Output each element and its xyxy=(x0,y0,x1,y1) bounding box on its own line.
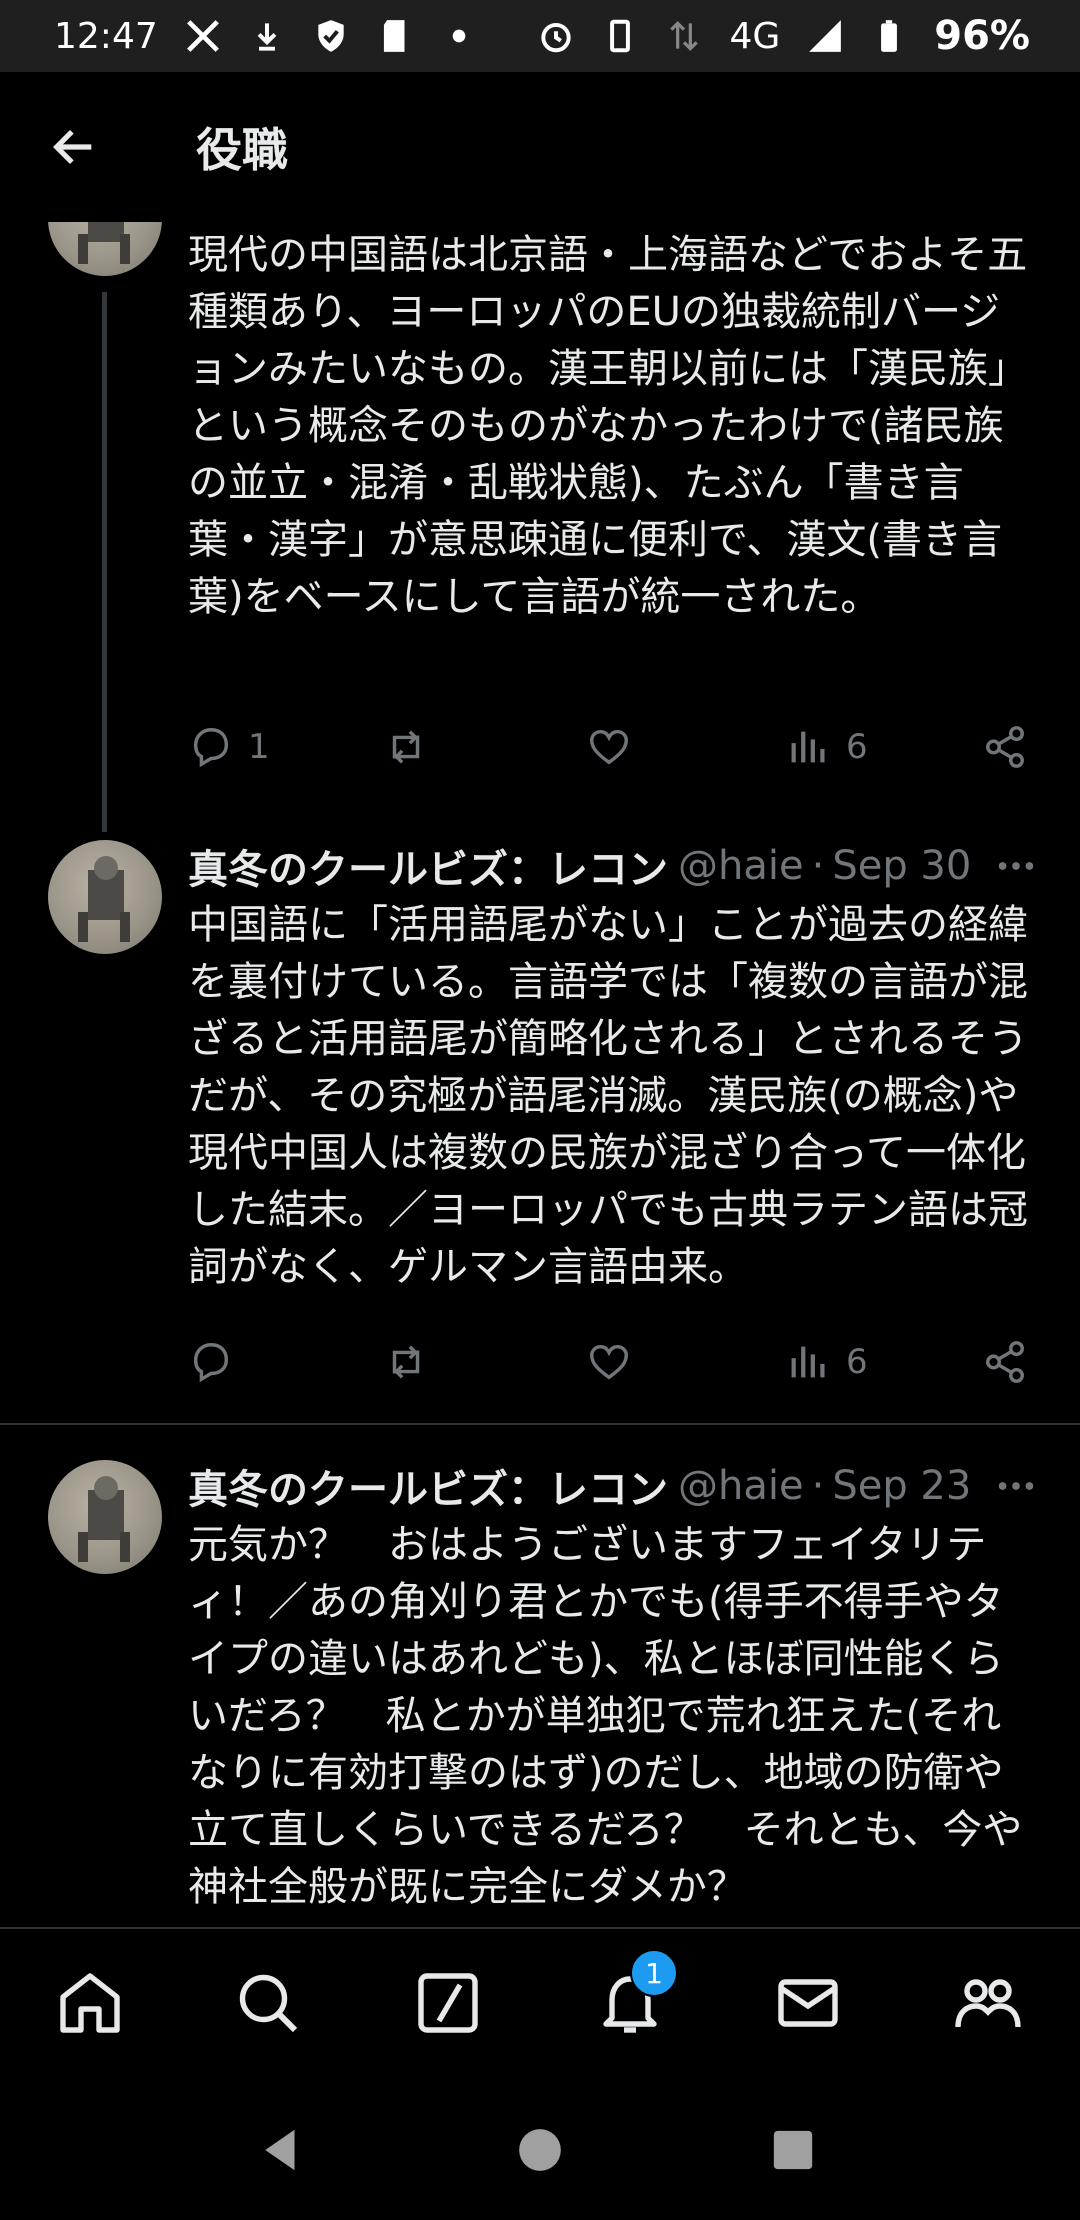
reply-icon xyxy=(193,728,229,768)
data-arrows-icon xyxy=(665,17,703,55)
x-logo-icon xyxy=(184,17,222,55)
share-button[interactable] xyxy=(982,724,1028,770)
avatar[interactable] xyxy=(48,840,162,954)
tweet-date[interactable]: Sep 23 xyxy=(832,1463,971,1509)
status-time: 12:47 xyxy=(54,15,158,57)
views-icon xyxy=(791,731,825,763)
reply-button[interactable]: 1 xyxy=(188,724,270,770)
view-count: 6 xyxy=(846,1342,868,1382)
view-count: 6 xyxy=(846,727,868,767)
nav-home[interactable] xyxy=(50,1963,130,2043)
tweet-header: 真冬のクールビズ：レコン @haie · Sep 23 xyxy=(188,1456,1048,1516)
network-type: 4G xyxy=(729,15,781,57)
retweet-button[interactable] xyxy=(383,1339,429,1385)
home-circle-icon[interactable] xyxy=(505,2115,575,2185)
dot-icon xyxy=(440,17,478,55)
retweet-icon xyxy=(392,730,420,764)
more-icon xyxy=(998,862,1034,870)
communities-icon xyxy=(955,1979,1021,2028)
tweet-header: 真冬のクールビズ：レコン @haie · Sep 30 xyxy=(188,836,1048,896)
author-name[interactable]: 真冬のクールビズ：レコン xyxy=(188,1457,668,1515)
vibrate-icon xyxy=(601,17,639,55)
avatar[interactable] xyxy=(48,222,162,276)
nav-communities[interactable] xyxy=(948,1963,1028,2043)
battery-icon xyxy=(870,17,908,55)
author-handle[interactable]: @haie xyxy=(678,843,804,889)
views-button[interactable]: 6 xyxy=(786,724,868,770)
arrow-left-icon xyxy=(52,129,92,165)
share-icon xyxy=(986,1341,1024,1383)
more-icon xyxy=(998,1482,1034,1490)
tweet-feed[interactable]: 現代の中国語は北京語・上海語などでおよそ五種類あり、ヨーロッパのEUの独裁統制バ… xyxy=(0,222,1080,1927)
reply-button[interactable] xyxy=(188,1339,234,1385)
download-icon xyxy=(248,17,286,55)
more-options-button[interactable] xyxy=(992,842,1040,890)
views-icon xyxy=(791,1346,825,1378)
separator-dot: · xyxy=(811,843,825,889)
top-app-bar: 役職 xyxy=(0,72,1080,222)
reply-icon xyxy=(193,1343,229,1383)
back-triangle-icon[interactable] xyxy=(246,2115,316,2185)
share-button[interactable] xyxy=(982,1339,1028,1385)
more-options-button[interactable] xyxy=(992,1462,1040,1510)
tweet-text: 中国語に「活用語尾がない」ことが過去の経緯を裏付けている。言語学では「複数の言語… xyxy=(188,902,1028,1290)
back-button[interactable] xyxy=(34,107,114,187)
nav-grok[interactable] xyxy=(408,1963,488,2043)
heart-icon xyxy=(590,1344,628,1380)
tweet-divider xyxy=(0,1423,1080,1425)
like-button[interactable] xyxy=(586,724,632,770)
notification-badge: 1 xyxy=(630,1949,678,1997)
sd-card-icon xyxy=(376,17,414,55)
alarm-icon xyxy=(537,17,575,55)
page-title: 役職 xyxy=(196,123,288,177)
home-icon xyxy=(60,1973,120,2033)
tweet-actions: 1 6 xyxy=(188,717,1030,777)
messages-icon xyxy=(778,1979,838,2027)
author-handle[interactable]: @haie xyxy=(678,1463,804,1509)
shield-icon xyxy=(312,17,350,55)
thread-connector-line xyxy=(102,292,107,832)
separator-dot: · xyxy=(811,1463,825,1509)
nav-notifications[interactable]: 1 xyxy=(590,1949,678,2043)
tweet-date[interactable]: Sep 30 xyxy=(832,843,971,889)
views-button[interactable]: 6 xyxy=(786,1339,868,1385)
search-icon xyxy=(239,1974,298,2033)
status-bar: 12:47 4G 96% xyxy=(0,0,1080,72)
retweet-button[interactable] xyxy=(383,724,429,770)
system-navigation-bar xyxy=(0,2075,1080,2220)
reply-count: 1 xyxy=(248,727,270,767)
share-icon xyxy=(986,726,1024,768)
signal-icon xyxy=(806,17,844,55)
tweet-actions: 6 xyxy=(188,1332,1030,1392)
grok-icon xyxy=(418,1973,478,2033)
author-name[interactable]: 真冬のクールビズ：レコン xyxy=(188,837,668,895)
nav-messages[interactable] xyxy=(768,1963,848,2043)
retweet-icon xyxy=(392,1345,420,1379)
battery-percent: 96% xyxy=(934,13,1030,59)
like-button[interactable] xyxy=(586,1339,632,1385)
heart-icon xyxy=(590,729,628,765)
nav-search[interactable] xyxy=(228,1963,308,2043)
avatar[interactable] xyxy=(48,1460,162,1574)
recents-square-icon[interactable] xyxy=(758,2115,828,2185)
tweet-text: 現代の中国語は北京語・上海語などでおよそ五種類あり、ヨーロッパのEUの独裁統制バ… xyxy=(188,232,1028,620)
bottom-navigation: 1 xyxy=(0,1927,1080,2077)
tweet-text: 元気か？ おはようございますフェイタリティ！／あの角刈り君とかでも(得手不得手や… xyxy=(188,1522,1023,1910)
